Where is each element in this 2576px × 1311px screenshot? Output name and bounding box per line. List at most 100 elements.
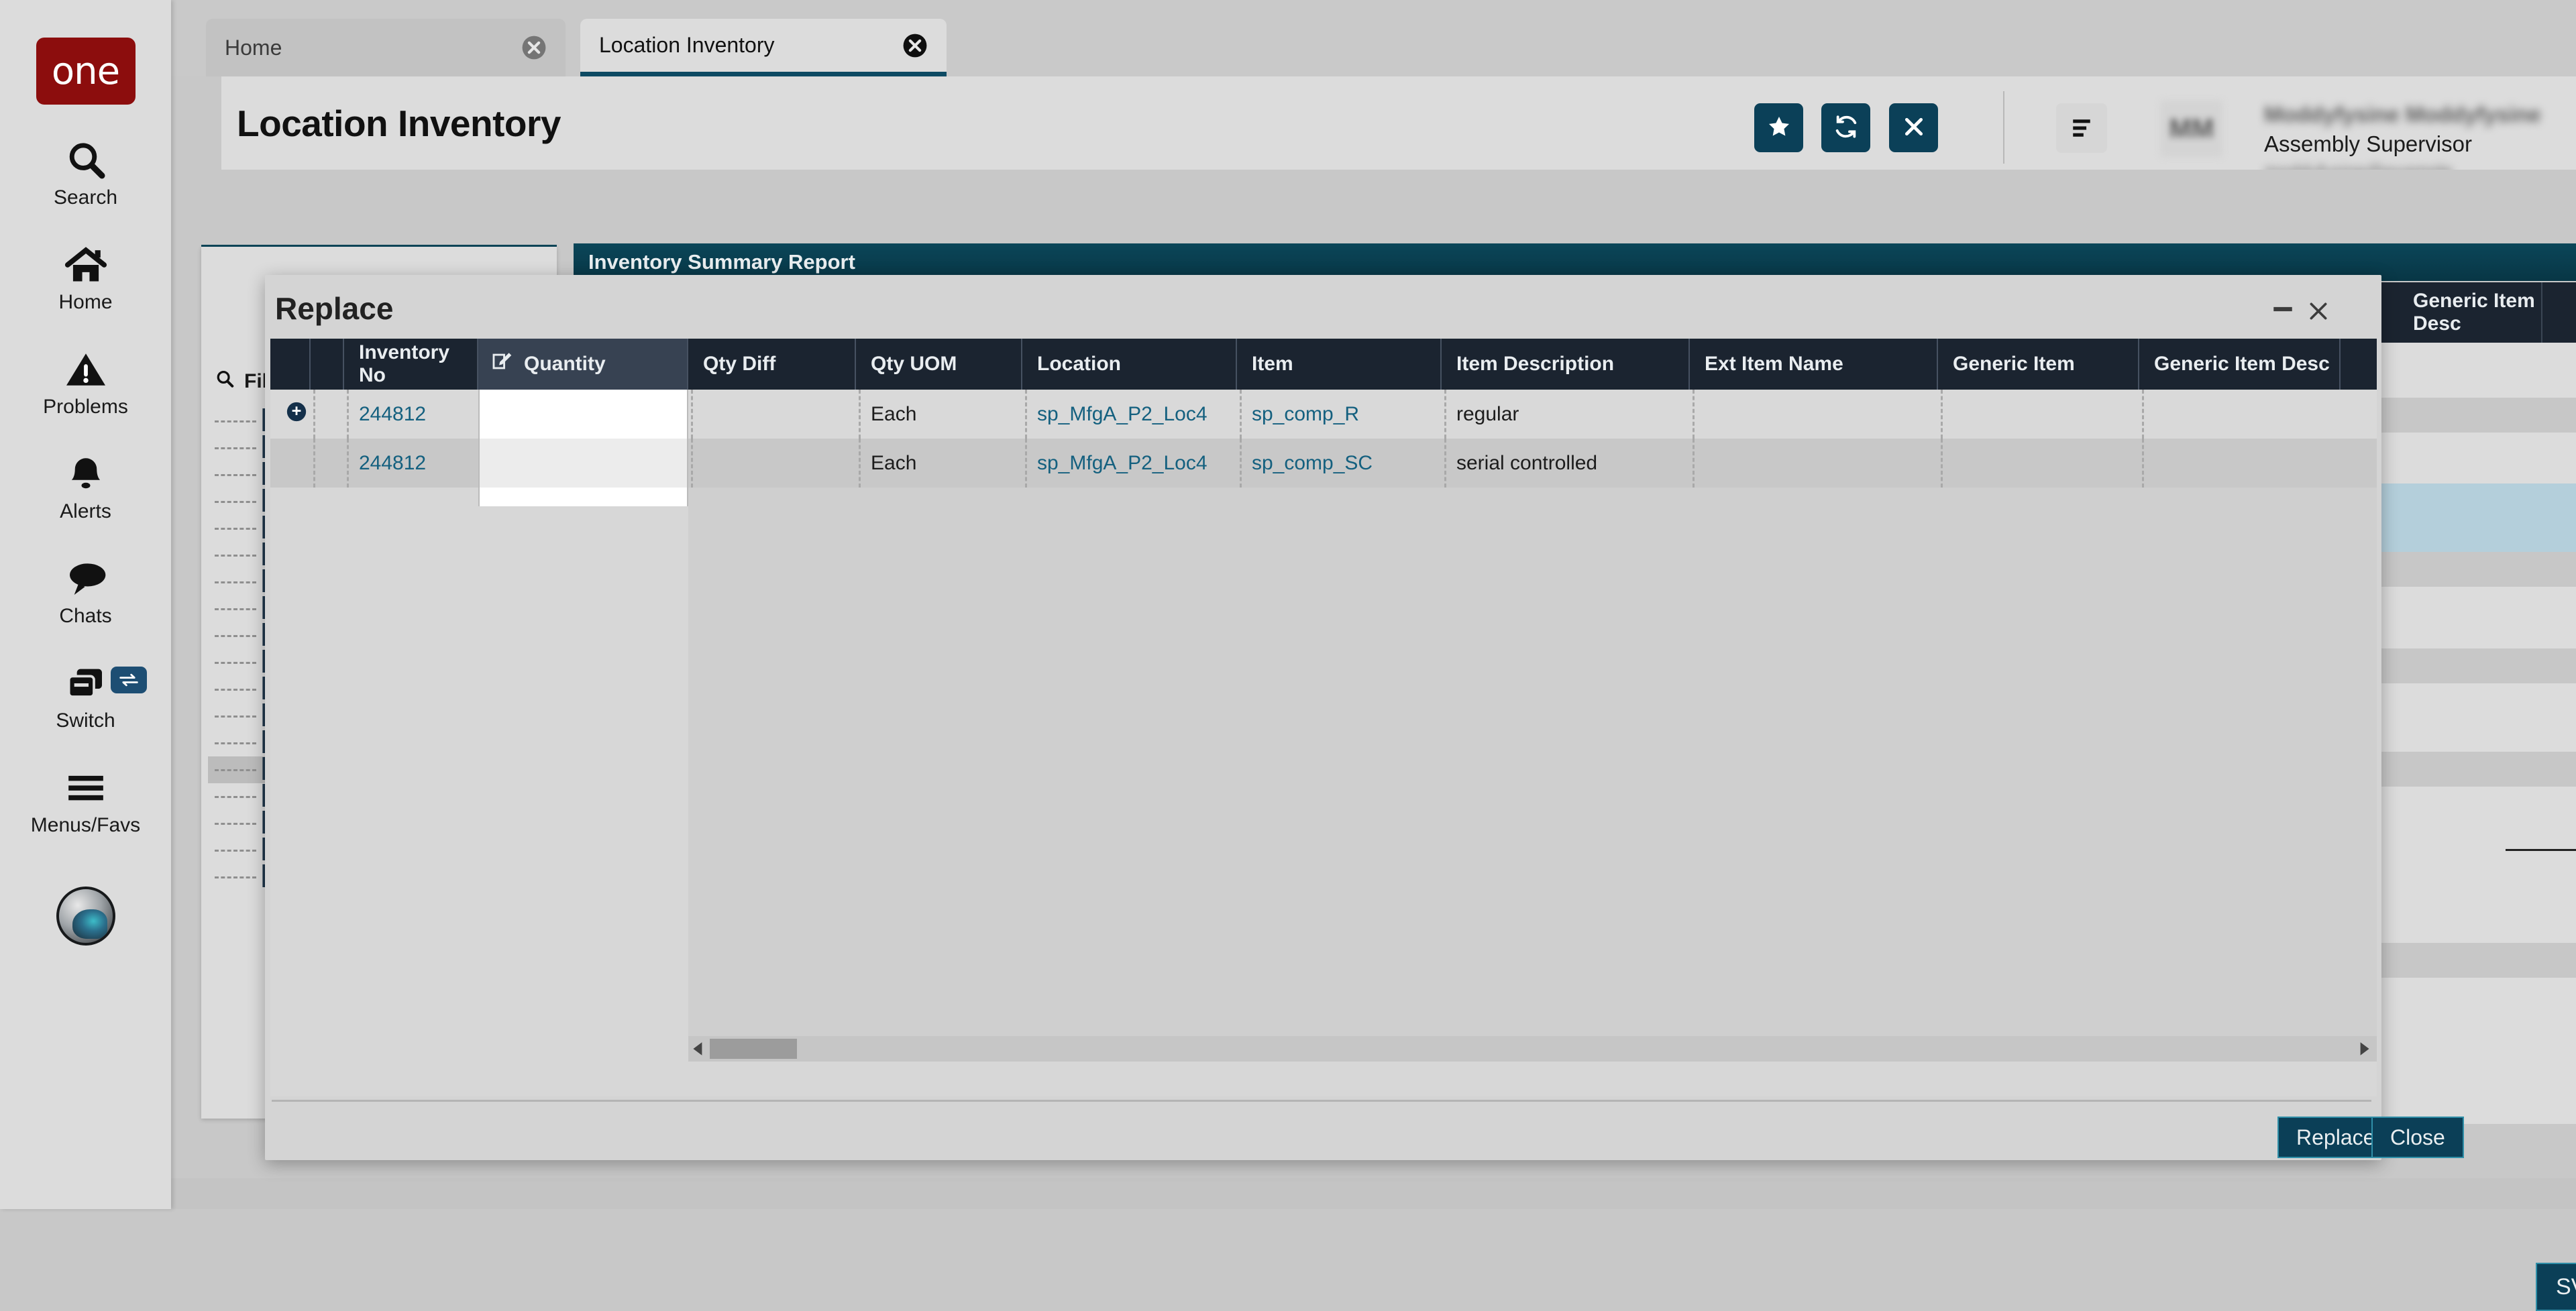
sidebar-item-alerts[interactable]: Alerts (0, 452, 171, 523)
cell-value: regular (1456, 403, 1519, 426)
app-logo[interactable]: one (36, 38, 136, 105)
column-header-label: Quantity (524, 353, 606, 376)
close-page-button[interactable] (1889, 103, 1938, 152)
tree-connector (215, 850, 256, 852)
home-icon (64, 243, 108, 287)
column-header-qty-uom[interactable]: Qty UOM (856, 339, 1022, 390)
sidebar-item-search[interactable]: Search (0, 138, 171, 209)
column-header-quantity[interactable]: Quantity (478, 339, 688, 390)
browser-tab-strip: Home Location Inventory (171, 0, 2576, 76)
cell-generic-item (1938, 439, 2139, 488)
cell-value[interactable]: sp_MfgA_P2_Loc4 (1037, 403, 1208, 426)
sidebar-item-label: Menus/Favs (31, 814, 140, 837)
hamburger-icon (65, 766, 107, 810)
tab-label: Home (225, 36, 501, 60)
tree-connector (215, 420, 256, 422)
column-header-ext-item-name[interactable]: Ext Item Name (1690, 339, 1938, 390)
grid-empty-left (270, 488, 688, 1061)
column-header-location[interactable]: Location (1022, 339, 1237, 390)
warning-triangle-icon (64, 347, 107, 392)
horizontal-scrollbar[interactable] (688, 1036, 2377, 1062)
column-header-generic-item[interactable]: Generic Item (1938, 339, 2139, 390)
tree-connector (215, 608, 256, 610)
column-header[interactable]: Generic Item Desc (2398, 282, 2542, 343)
cell-generic-item (1938, 390, 2139, 439)
quantity-cell-editable[interactable] (478, 439, 688, 488)
tree-connector (215, 474, 256, 476)
dialog-title: Replace (275, 290, 393, 327)
sidebar-item-label: Alerts (60, 500, 111, 523)
column-header-inventory-no[interactable]: Inventory No (344, 339, 478, 390)
cell-qty-diff (688, 439, 856, 488)
avatar[interactable]: MM (2160, 100, 2223, 158)
close-x-icon[interactable] (2301, 294, 2336, 329)
tree-connector (215, 447, 256, 449)
row-spacer (311, 390, 344, 439)
cell-ext-item-name (1690, 439, 1938, 488)
column-header-blank[interactable] (270, 339, 311, 390)
column-header-blank[interactable] (311, 339, 344, 390)
tree-connector (215, 635, 256, 637)
arrow-left-icon[interactable] (690, 1039, 708, 1058)
column-header-label: Qty Diff (703, 353, 775, 376)
minimize-icon[interactable] (2267, 294, 2298, 325)
star-icon (1766, 114, 1792, 141)
refresh-button[interactable] (1821, 103, 1870, 152)
column-header-label: Location (1037, 353, 1121, 376)
replace-dialog: Replace Inventory No Quantity Qty Diff Qty … (265, 275, 2381, 1160)
cell-value[interactable]: 244812 (359, 403, 426, 426)
close-button[interactable]: Close (2371, 1117, 2464, 1158)
tree-connector (215, 716, 256, 718)
sidebar-item-label: Switch (56, 709, 115, 732)
user-avatar-image[interactable] (56, 887, 115, 946)
tree-connector (215, 823, 256, 825)
cell-value[interactable]: sp_comp_R (1252, 403, 1359, 426)
sidebar-item-label: Search (54, 186, 117, 209)
row-select-indicator (270, 390, 311, 439)
column-header-item-description[interactable]: Item Description (1442, 339, 1690, 390)
tree-connector (215, 769, 256, 771)
cell-ext-item-name (1690, 390, 1938, 439)
row-spacer (311, 439, 344, 488)
tree-connector (215, 581, 256, 583)
close-circle-icon[interactable] (902, 33, 928, 58)
sidebar-item-chats[interactable]: Chats (0, 557, 171, 628)
page-header: Location Inventory MM Moddyfysine Moddyf… (221, 76, 2576, 170)
close-circle-icon[interactable] (521, 35, 547, 60)
column-header[interactable]: LPN (2544, 282, 2576, 343)
cell-item: sp_comp_SC (1237, 439, 1442, 488)
tree-connector (215, 689, 256, 691)
sidebar-item-menus-favs[interactable]: Menus/Favs (0, 766, 171, 837)
csv-button-label: SV (2556, 1274, 2576, 1300)
tree-connector (215, 876, 256, 878)
column-header-item[interactable]: Item (1237, 339, 1442, 390)
refresh-icon (1833, 113, 1860, 142)
sidebar-item-home[interactable]: Home (0, 243, 171, 314)
switch-toggle-badge[interactable] (111, 667, 147, 693)
tab-home[interactable]: Home (206, 19, 566, 76)
sidebar-item-label: Home (58, 291, 112, 314)
cell-value[interactable]: 244812 (359, 452, 426, 475)
favorite-button[interactable] (1754, 103, 1803, 152)
csv-export-button[interactable]: SV (2536, 1263, 2576, 1311)
replace-button-label: Replace (2296, 1125, 2375, 1150)
sidebar-item-problems[interactable]: Problems (0, 347, 171, 418)
sidebar-item-switch[interactable]: Switch (0, 661, 171, 732)
column-header-generic-item-desc[interactable]: Generic Item Desc (2139, 339, 2341, 390)
left-nav-rail: one Search Home Problems Alerts Chats (0, 0, 171, 1209)
scrollbar-thumb[interactable] (710, 1039, 797, 1059)
quantity-column-edge (478, 488, 688, 506)
cell-item: sp_comp_R (1237, 390, 1442, 439)
record-selected-icon[interactable] (285, 400, 308, 429)
tree-connector (215, 555, 256, 557)
tree-connector (215, 528, 256, 530)
cell-value[interactable]: sp_MfgA_P2_Loc4 (1037, 452, 1208, 475)
quantity-cell-editable[interactable] (478, 390, 688, 439)
column-header-qty-diff[interactable]: Qty Diff (688, 339, 856, 390)
tab-location-inventory[interactable]: Location Inventory (580, 19, 947, 76)
cell-location: sp_MfgA_P2_Loc4 (1022, 439, 1237, 488)
cell-value[interactable]: sp_comp_SC (1252, 452, 1373, 475)
arrow-right-icon[interactable] (2355, 1039, 2374, 1058)
list-menu-icon[interactable] (2056, 103, 2107, 153)
tree-connector (215, 501, 256, 503)
